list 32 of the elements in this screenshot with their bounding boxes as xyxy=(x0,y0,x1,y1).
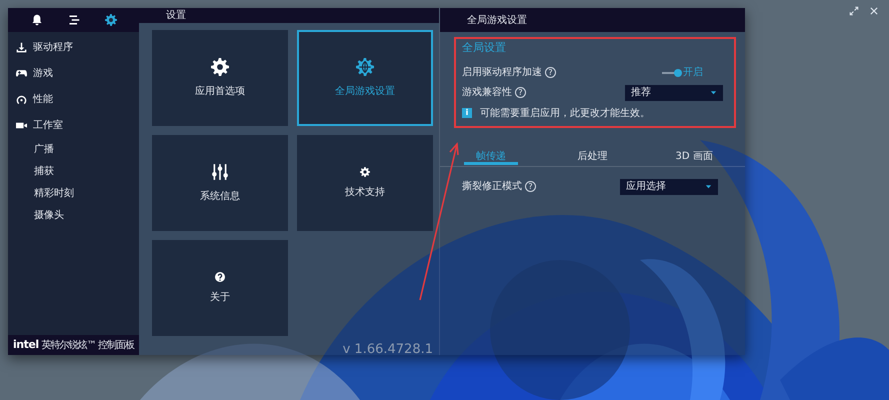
sidebar-item[interactable]: 工作室 xyxy=(8,112,139,138)
panel-title: 设置 xyxy=(166,8,186,23)
settings-tile[interactable]: 关于 xyxy=(152,240,288,336)
dropdown[interactable]: 推荐 xyxy=(625,84,723,100)
setting-label: 撕裂修正模式 xyxy=(462,180,522,194)
app-title: 英特尔锐炫™ 控制面板 xyxy=(42,338,134,352)
sidebar-subitem[interactable]: 捕获 xyxy=(8,160,139,182)
info-text: 可能需要重启应用，此更改才能生效。 xyxy=(480,106,650,120)
sidebar-item[interactable]: 游戏 xyxy=(8,60,139,86)
dropdown[interactable]: 应用选择 xyxy=(620,178,718,194)
sidebar-subitem[interactable]: 广播 xyxy=(8,138,139,160)
settings-tile[interactable]: 技术支持 xyxy=(297,135,433,231)
settings-tile[interactable]: 全局游戏设置 xyxy=(297,30,433,126)
sidebar-item[interactable]: 驱动程序 xyxy=(8,34,139,60)
setting-label: 启用驱动程序加速 xyxy=(462,66,542,80)
sidebar-subitem[interactable]: 摄像头 xyxy=(8,204,139,226)
settings-tile[interactable]: 应用首选项 xyxy=(152,30,288,126)
setting-label: 游戏兼容性 xyxy=(462,86,512,100)
section-title: 全局设置 xyxy=(462,40,507,56)
panel-title: 全局游戏设置 xyxy=(467,14,527,28)
help-button[interactable]: ? xyxy=(545,67,556,78)
help-button[interactable]: ? xyxy=(515,87,526,98)
tab[interactable]: 3D 画面 xyxy=(643,144,746,166)
version-text: v 1.66.4728.1 xyxy=(342,342,433,357)
settings-tile[interactable]: 系统信息 xyxy=(152,135,288,231)
sidebar-item[interactable]: 性能 xyxy=(8,86,139,112)
sidebar-subitem[interactable]: 精彩时刻 xyxy=(8,182,139,204)
info-icon: i xyxy=(462,108,472,118)
toggle-state: 开启 xyxy=(683,66,703,80)
help-button[interactable]: ? xyxy=(525,181,536,192)
tab[interactable]: 后处理 xyxy=(542,144,644,166)
intel-logo: intel xyxy=(13,336,39,353)
